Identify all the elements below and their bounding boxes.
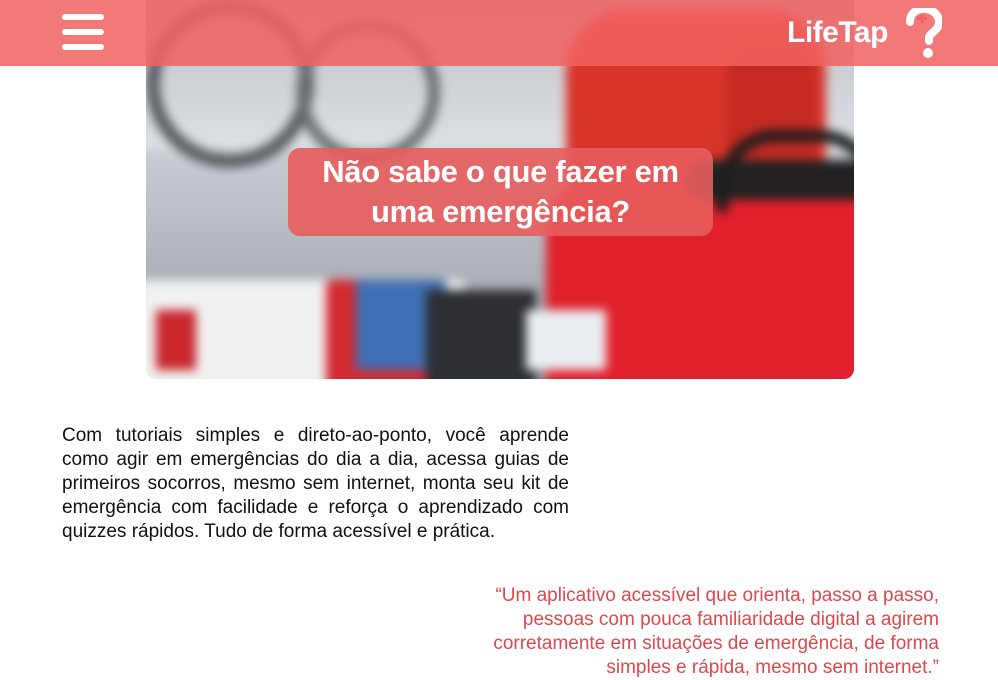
- hero-title: Não sabe o que fazer em uma emergência?: [322, 154, 679, 229]
- hamburger-menu-icon[interactable]: [62, 14, 104, 50]
- app-header: LifeTap: [0, 0, 998, 66]
- question-mark-plus-icon: [906, 8, 942, 58]
- intro-paragraph: Com tutoriais simples e direto-ao-ponto,…: [62, 425, 569, 542]
- hero-title-card: Não sabe o que fazer em uma emergência?: [288, 148, 713, 236]
- logo-text: LifeTap: [787, 16, 888, 49]
- app-quote: “Um aplicativo acessível que orienta, pa…: [493, 585, 939, 678]
